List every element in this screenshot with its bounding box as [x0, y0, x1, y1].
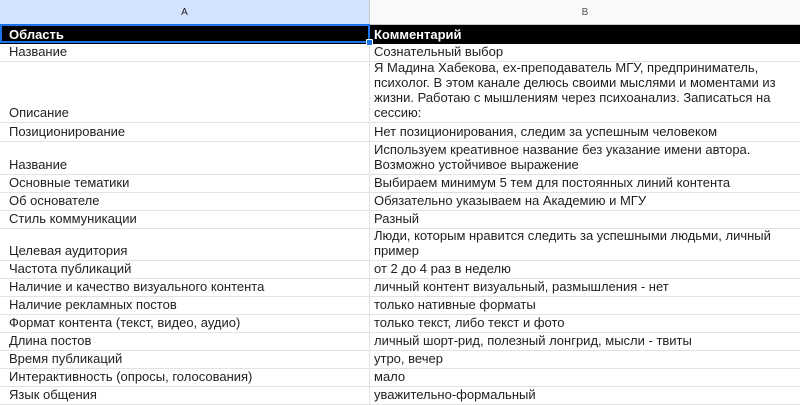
cell-a[interactable]: Наличие рекламных постов	[0, 297, 370, 314]
table-row: Наличие рекламных постов только нативные…	[0, 297, 800, 315]
cell-a[interactable]: Длина постов	[0, 333, 370, 350]
table-row: Описание Я Мадина Хабекова, ex-преподава…	[0, 62, 800, 123]
table-row: Позиционирование Нет позиционирования, с…	[0, 123, 800, 142]
cell-b[interactable]: Нет позиционирования, следим за успешным…	[370, 123, 800, 141]
table-row: Формат контента (текст, видео, аудио) то…	[0, 315, 800, 333]
cell-b[interactable]: Используем креативное название без указа…	[370, 142, 800, 174]
fill-handle[interactable]	[366, 39, 373, 46]
cell-a[interactable]: Название	[0, 44, 370, 61]
table-row: Язык общения уважительно-формальный	[0, 387, 800, 405]
table-row: Время публикаций утро, вечер	[0, 351, 800, 369]
column-header-b[interactable]: B	[370, 0, 800, 24]
cell-a[interactable]: Об основателе	[0, 193, 370, 210]
cell-a[interactable]: Частота публикаций	[0, 261, 370, 278]
cell-b[interactable]: личный шорт-рид, полезный лонгрид, мысли…	[370, 333, 800, 350]
spreadsheet: A B Область Комментарий Название Сознате…	[0, 0, 800, 405]
cell-a[interactable]: Основные тематики	[0, 175, 370, 192]
column-header-a[interactable]: A	[0, 0, 370, 24]
cell-a[interactable]: Интерактивность (опросы, голосования)	[0, 369, 370, 386]
cell-b[interactable]: утро, вечер	[370, 351, 800, 368]
table-row: Название Сознательный выбор	[0, 44, 800, 62]
header-cell-kommentariy[interactable]: Комментарий	[370, 25, 800, 44]
cell-a[interactable]: Время публикаций	[0, 351, 370, 368]
header-cell-oblast[interactable]: Область	[0, 25, 370, 44]
table-row: Наличие и качество визуального контента …	[0, 279, 800, 297]
cell-b[interactable]: Обязательно указываем на Академию и МГУ	[370, 193, 800, 210]
table-row: Об основателе Обязательно указываем на А…	[0, 193, 800, 211]
cell-b[interactable]: от 2 до 4 раз в неделю	[370, 261, 800, 278]
column-headers: A B	[0, 0, 800, 25]
cell-a[interactable]: Название	[0, 142, 370, 174]
cell-b[interactable]: личный контент визуальный, размышления -…	[370, 279, 800, 296]
cell-b[interactable]: уважительно-формальный	[370, 387, 800, 404]
table-row: Длина постов личный шорт-рид, полезный л…	[0, 333, 800, 351]
cell-b[interactable]: мало	[370, 369, 800, 386]
cell-b[interactable]: Выбираем минимум 5 тем для постоянных ли…	[370, 175, 800, 192]
table-row: Интерактивность (опросы, голосования) ма…	[0, 369, 800, 387]
table-row: Стиль коммуникации Разный	[0, 211, 800, 229]
cell-a[interactable]: Язык общения	[0, 387, 370, 404]
cell-b[interactable]: Разный	[370, 211, 800, 228]
cell-a[interactable]: Стиль коммуникации	[0, 211, 370, 228]
cell-a[interactable]: Описание	[0, 62, 370, 122]
cell-a[interactable]: Целевая аудитория	[0, 229, 370, 260]
sheet-rows: Область Комментарий Название Сознательны…	[0, 25, 800, 405]
cell-b[interactable]: Я Мадина Хабекова, ex-преподаватель МГУ,…	[370, 62, 800, 122]
cell-a[interactable]: Позиционирование	[0, 123, 370, 141]
header-row: Область Комментарий	[0, 25, 800, 44]
cell-b[interactable]: Сознательный выбор	[370, 44, 800, 61]
cell-a[interactable]: Формат контента (текст, видео, аудио)	[0, 315, 370, 332]
table-row: Целевая аудитория Люди, которым нравится…	[0, 229, 800, 261]
cell-a[interactable]: Наличие и качество визуального контента	[0, 279, 370, 296]
table-row: Название Используем креативное название …	[0, 142, 800, 175]
table-row: Частота публикаций от 2 до 4 раз в недел…	[0, 261, 800, 279]
cell-b[interactable]: Люди, которым нравится следить за успешн…	[370, 229, 800, 260]
cell-b[interactable]: только текст, либо текст и фото	[370, 315, 800, 332]
cell-b[interactable]: только нативные форматы	[370, 297, 800, 314]
table-row: Основные тематики Выбираем минимум 5 тем…	[0, 175, 800, 193]
